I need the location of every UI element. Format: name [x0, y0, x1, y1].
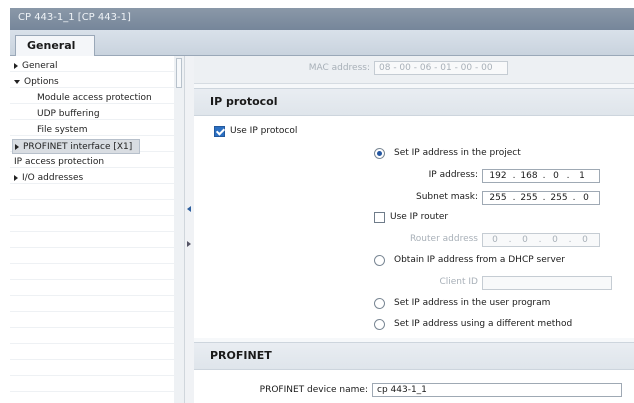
- nav-item-profinet-interface[interactable]: PROFINET interface [X1]: [12, 139, 140, 154]
- set-ip-in-project-radio[interactable]: [374, 148, 385, 159]
- left-margin: [0, 0, 10, 403]
- mask-octet-2: 255: [520, 193, 538, 203]
- mask-octet-4: 0: [583, 193, 589, 203]
- window-title: CP 443-1_1 [CP 443-1]: [18, 12, 131, 23]
- client-id-label: Client ID: [439, 277, 478, 287]
- mask-octet-1: 255: [489, 193, 507, 203]
- subnet-mask-field[interactable]: 255 . 255 . 255 . 0: [482, 191, 600, 205]
- ip-octet-3: 0: [553, 171, 559, 181]
- set-ip-user-program-radio[interactable]: [374, 298, 385, 309]
- use-ip-protocol-label: Use IP protocol: [230, 126, 298, 136]
- panel-splitter[interactable]: [184, 56, 194, 403]
- nav-scrollbar-thumb[interactable]: [176, 58, 182, 88]
- nav-scrollbar[interactable]: [174, 56, 184, 403]
- ip-address-field[interactable]: 192 . 168 . 0 . 1: [482, 169, 600, 183]
- collapse-left-icon[interactable]: [187, 206, 191, 212]
- router-address-label: Router address: [409, 234, 478, 244]
- use-ip-router-label: Use IP router: [390, 212, 449, 222]
- profinet-device-name-field[interactable]: cp 443-1_1: [372, 383, 622, 397]
- nav-item-file-system[interactable]: File system: [37, 123, 87, 138]
- mac-address-label: MAC address:: [308, 63, 370, 73]
- nav-item-options[interactable]: Options: [14, 75, 59, 90]
- tab-general[interactable]: General: [15, 35, 95, 57]
- client-id-field: [482, 276, 612, 290]
- nav-item-io-addresses[interactable]: I/O addresses: [14, 171, 83, 186]
- set-ip-different-method-radio[interactable]: [374, 319, 385, 330]
- set-ip-user-program-label: Set IP address in the user program: [394, 298, 551, 308]
- obtain-dhcp-radio[interactable]: [374, 255, 385, 266]
- tab-strip: General: [10, 30, 634, 57]
- expand-arrow-icon[interactable]: [14, 62, 18, 69]
- nav-item-ip-access-protection[interactable]: IP access protection: [14, 155, 104, 170]
- profinet-device-name-label: PROFINET device name:: [259, 385, 368, 395]
- nav-item-udp-buffering[interactable]: UDP buffering: [37, 107, 100, 122]
- mac-address-row: MAC address: 08 - 00 - 06 - 01 - 00 - 00: [194, 56, 634, 84]
- collapse-arrow-icon[interactable]: [14, 79, 20, 84]
- use-ip-router-checkbox[interactable]: [374, 212, 385, 223]
- navigation-tree: General Options Module access protection…: [10, 56, 182, 403]
- ip-octet-1: 192: [489, 171, 507, 181]
- window-title-bar: CP 443-1_1 [CP 443-1]: [10, 8, 634, 30]
- subnet-mask-label: Subnet mask:: [416, 192, 478, 202]
- ip-protocol-section: Use IP protocol Set IP address in the pr…: [194, 116, 634, 338]
- ip-octet-2: 168: [520, 171, 538, 181]
- nav-item-general[interactable]: General: [14, 59, 57, 74]
- set-ip-different-method-label: Set IP address using a different method: [394, 319, 573, 329]
- expand-arrow-icon[interactable]: [15, 143, 19, 150]
- use-ip-protocol-checkbox[interactable]: [214, 126, 225, 137]
- set-ip-in-project-label: Set IP address in the project: [394, 148, 521, 158]
- router-address-field: 0 . 0 . 0 . 0: [482, 233, 600, 247]
- properties-content: MAC address: 08 - 00 - 06 - 01 - 00 - 00…: [194, 56, 634, 403]
- nav-item-module-access-protection[interactable]: Module access protection: [37, 91, 152, 106]
- profinet-section: PROFINET device name: cp 443-1_1: [194, 370, 634, 403]
- expand-arrow-icon[interactable]: [14, 174, 18, 181]
- profinet-header: PROFINET: [194, 342, 634, 370]
- ip-octet-4: 1: [579, 171, 585, 181]
- ip-protocol-header: IP protocol: [194, 88, 634, 116]
- ip-address-label: IP address:: [428, 170, 478, 180]
- expand-right-icon[interactable]: [187, 241, 191, 247]
- mac-address-field: 08 - 00 - 06 - 01 - 00 - 00: [374, 61, 508, 75]
- mask-octet-3: 255: [550, 193, 568, 203]
- obtain-dhcp-label: Obtain IP address from a DHCP server: [394, 255, 566, 265]
